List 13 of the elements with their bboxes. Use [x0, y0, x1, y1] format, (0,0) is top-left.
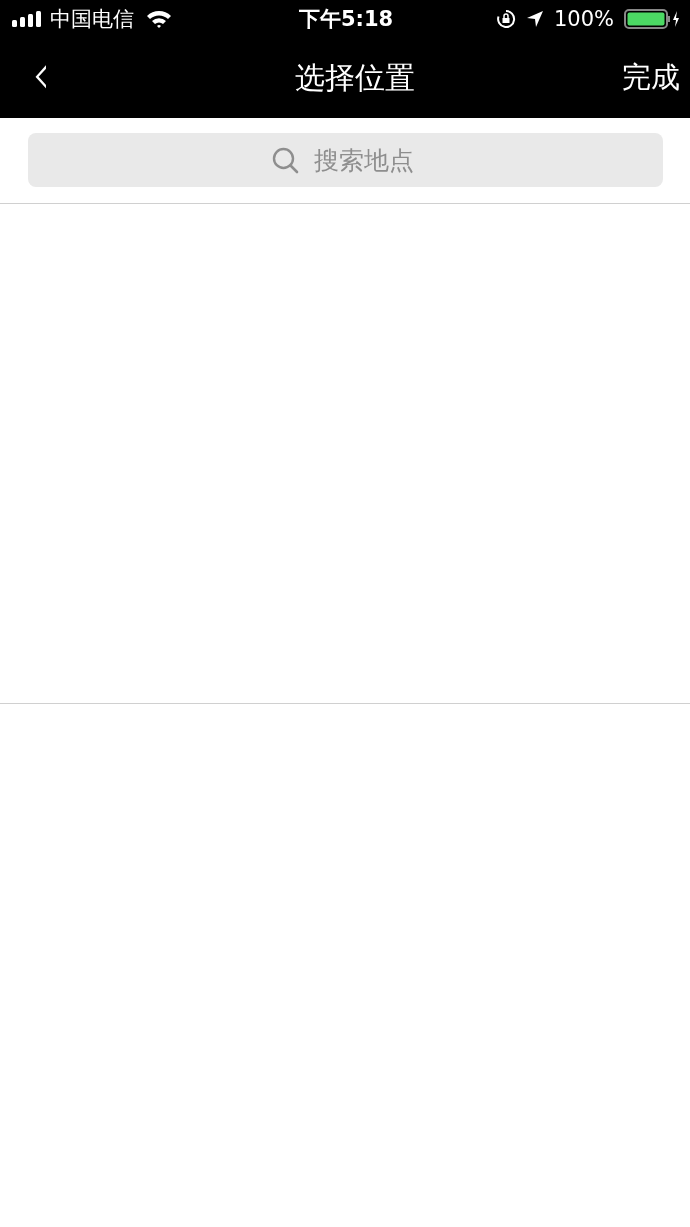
back-button[interactable]: ‹ [32, 46, 51, 102]
carrier-name: 中国电信 [50, 6, 134, 33]
wifi-icon [146, 10, 172, 28]
battery-percentage: 100% [553, 7, 614, 31]
battery-charging-icon [624, 9, 680, 29]
search-icon [272, 147, 299, 174]
status-time: 下午5:18 [298, 6, 394, 33]
done-button[interactable]: 完成 [622, 58, 680, 98]
signal-icon [12, 11, 42, 27]
search-field[interactable]: 搜索地点 [28, 133, 663, 187]
location-arrow-icon [525, 10, 544, 28]
page-title: 选择位置 [295, 58, 415, 97]
rotation-lock-icon [495, 9, 516, 29]
